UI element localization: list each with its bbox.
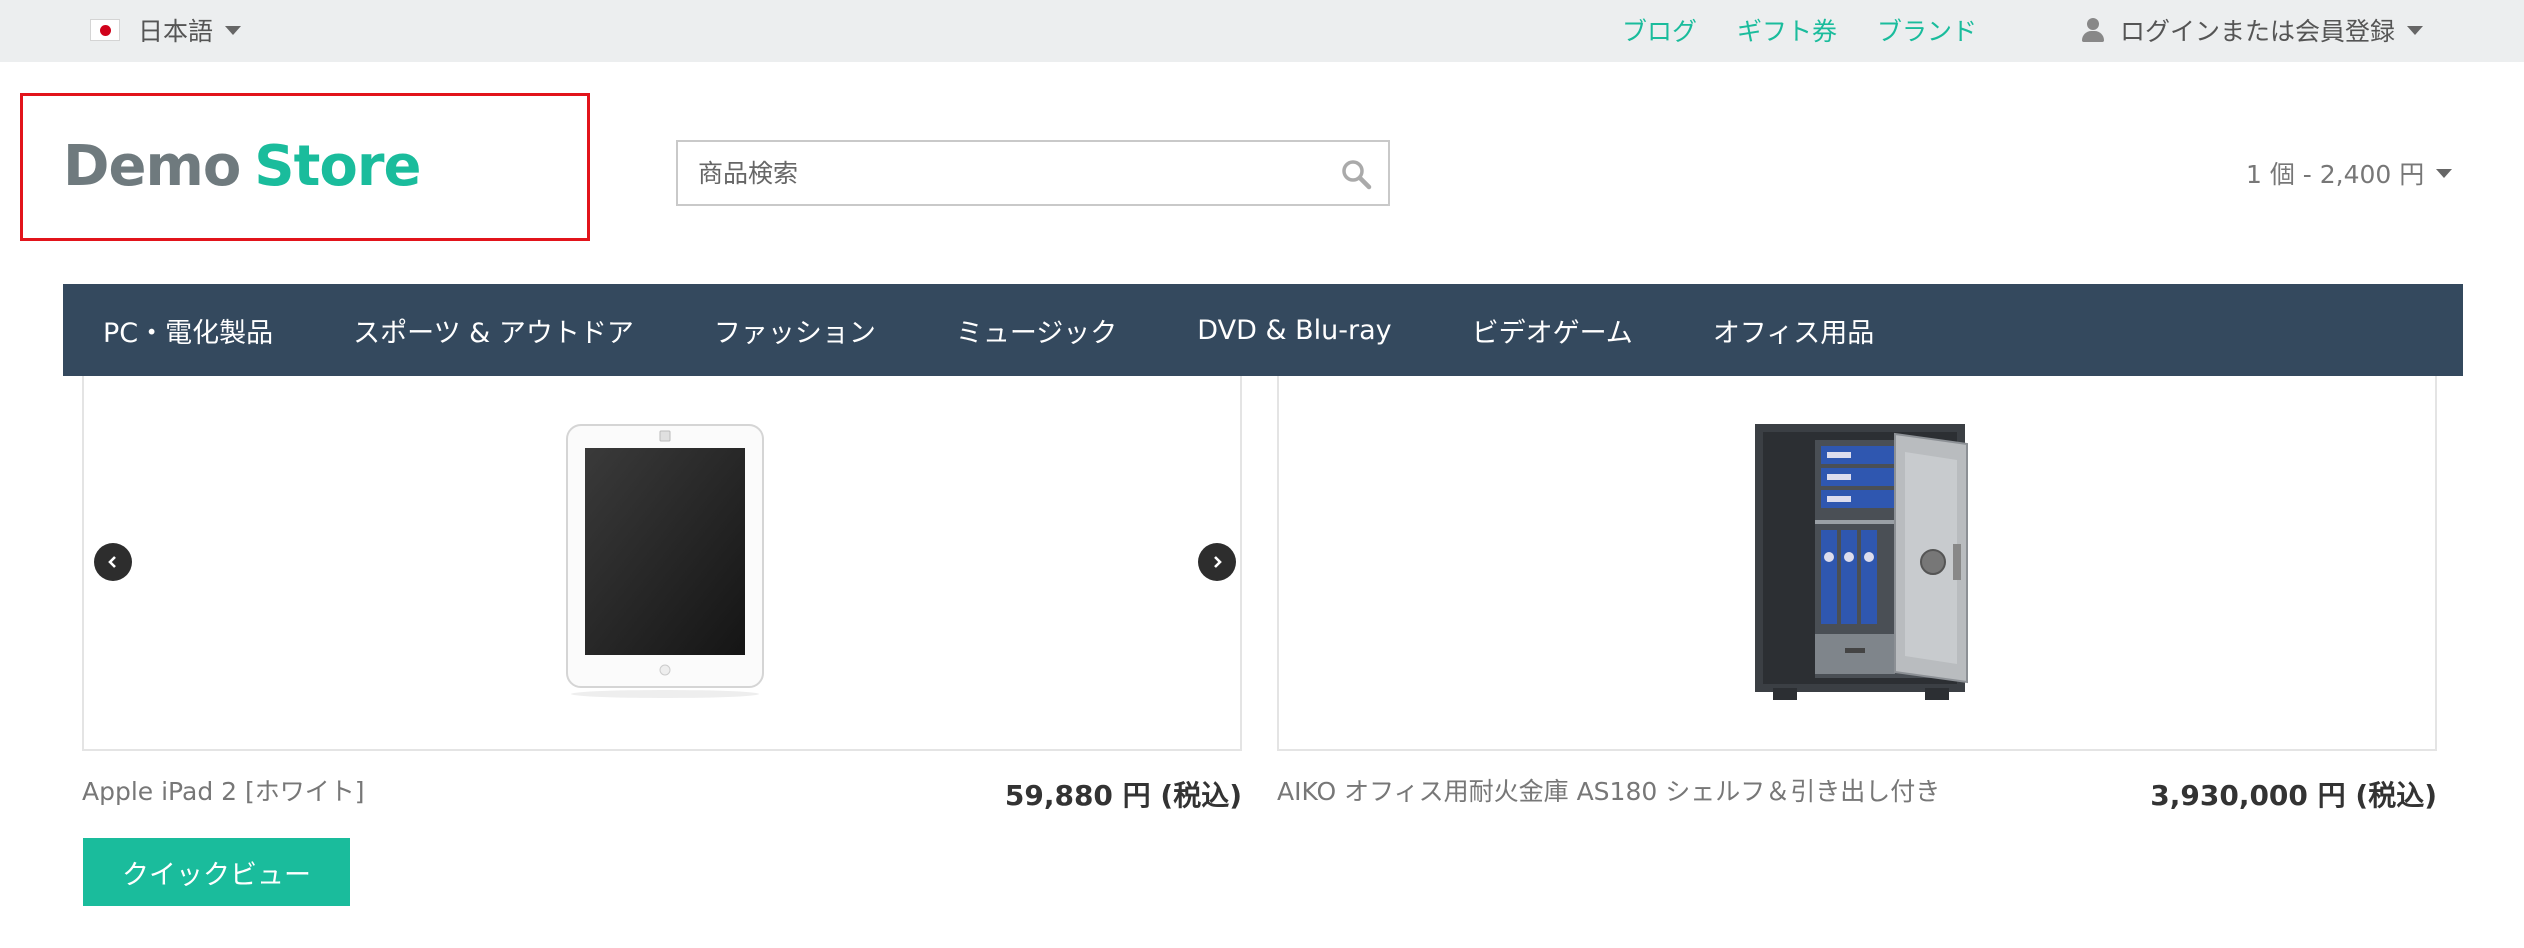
logo-store-text: Store [254, 134, 421, 199]
blog-link[interactable]: ブログ [1622, 12, 1697, 48]
chevron-down-icon [225, 25, 242, 35]
cart-summary[interactable]: 1 個 - 2,400 円 [2246, 153, 2453, 193]
user-icon [2080, 16, 2106, 44]
store-logo[interactable]: Demo Store [63, 134, 421, 199]
nav-item-office-supplies[interactable]: オフィス用品 [1713, 311, 1874, 350]
logo-highlight-box: Demo Store [20, 93, 590, 241]
search-box [676, 140, 1390, 206]
language-label: 日本語 [138, 17, 214, 46]
cart-label: 1 個 - 2,400 円 [2246, 160, 2425, 189]
top-links: ブログ ギフト券 ブランド [1622, 10, 1977, 50]
carousel-prev-button[interactable] [94, 543, 132, 581]
language-selector[interactable]: 日本語 [90, 10, 242, 50]
safe-image[interactable] [1745, 412, 2005, 712]
tablet-image[interactable] [564, 422, 774, 702]
top-bar: 日本語 ブログ ギフト券 ブランド ログインまたは会員登録 [0, 0, 2524, 62]
search-input[interactable] [678, 142, 1318, 204]
product-card[interactable] [82, 376, 1242, 751]
search-icon[interactable] [1340, 158, 1372, 190]
nav-item-pc-electronics[interactable]: PC・電化製品 [103, 311, 273, 350]
chevron-right-icon [1214, 556, 1222, 568]
nav-item-fashion[interactable]: ファッション [714, 311, 876, 350]
product-card[interactable] [1277, 376, 2437, 751]
product-price: 3,930,000 円 (税込) [2150, 779, 2437, 812]
japan-flag-icon [90, 19, 120, 41]
nav-item-sports-outdoor[interactable]: スポーツ & アウトドア [353, 311, 634, 350]
nav-item-music[interactable]: ミュージック [956, 311, 1117, 350]
nav-item-dvd-bluray[interactable]: DVD & Blu-ray [1197, 315, 1391, 346]
product-price: 59,880 円 (税込) [1004, 779, 1242, 812]
quick-view-button[interactable]: クイックビュー [83, 838, 350, 906]
logo-demo-text: Demo [63, 134, 241, 199]
product-name[interactable]: AIKO オフィス用耐火金庫 AS180 シェルフ＆引き出し付き [1277, 772, 1940, 808]
carousel-next-button[interactable] [1198, 543, 1236, 581]
category-nav: PC・電化製品 スポーツ & アウトドア ファッション ミュージック DVD &… [63, 284, 2463, 376]
brand-link[interactable]: ブランド [1877, 12, 1977, 48]
account-menu[interactable]: ログインまたは会員登録 [2080, 10, 2424, 50]
account-label: ログインまたは会員登録 [2120, 17, 2396, 46]
nav-item-video-games[interactable]: ビデオゲーム [1472, 311, 1633, 350]
product-name[interactable]: Apple iPad 2 [ホワイト] [82, 772, 365, 808]
chevron-down-icon [2407, 25, 2424, 35]
chevron-down-icon [2436, 168, 2453, 178]
chevron-left-icon [108, 556, 116, 568]
gift-card-link[interactable]: ギフト券 [1737, 12, 1837, 48]
